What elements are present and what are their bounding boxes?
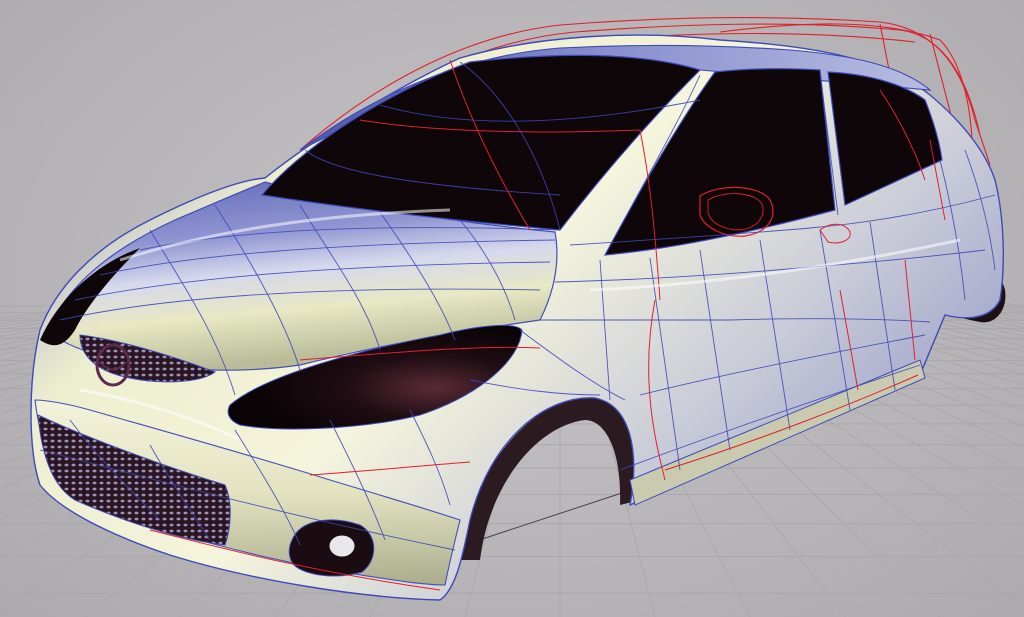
grid-line xyxy=(979,299,1024,307)
viewport-canvas[interactable] xyxy=(0,0,1024,617)
modeling-viewport[interactable] xyxy=(0,0,1024,617)
grid-line xyxy=(951,299,1024,311)
fog-lamp-icon xyxy=(326,532,358,560)
